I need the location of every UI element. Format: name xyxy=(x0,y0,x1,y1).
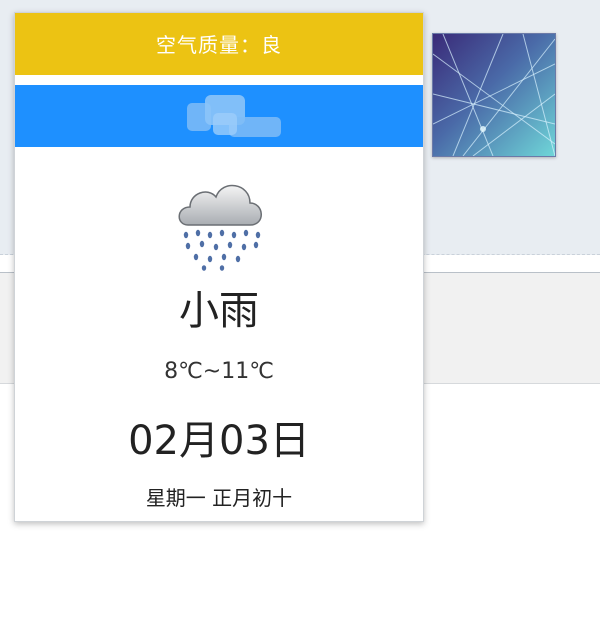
weather-popup: 空气质量：良 小雨 8℃~11℃ 02月03日 星期一 正月初十 xyxy=(14,12,424,522)
city-bar[interactable] xyxy=(15,85,423,147)
air-quality-bar: 空气质量：良 xyxy=(15,13,423,75)
thumbnail-image[interactable] xyxy=(432,33,556,157)
weekday-lunar-label: 星期一 正月初十 xyxy=(145,486,293,510)
city-name-blurred xyxy=(187,95,281,137)
date-label: 02月03日 xyxy=(128,418,310,464)
light-rain-icon xyxy=(178,184,262,271)
weather-condition: 小雨 xyxy=(179,288,259,334)
temperature-range: 8℃~11℃ xyxy=(164,359,274,384)
